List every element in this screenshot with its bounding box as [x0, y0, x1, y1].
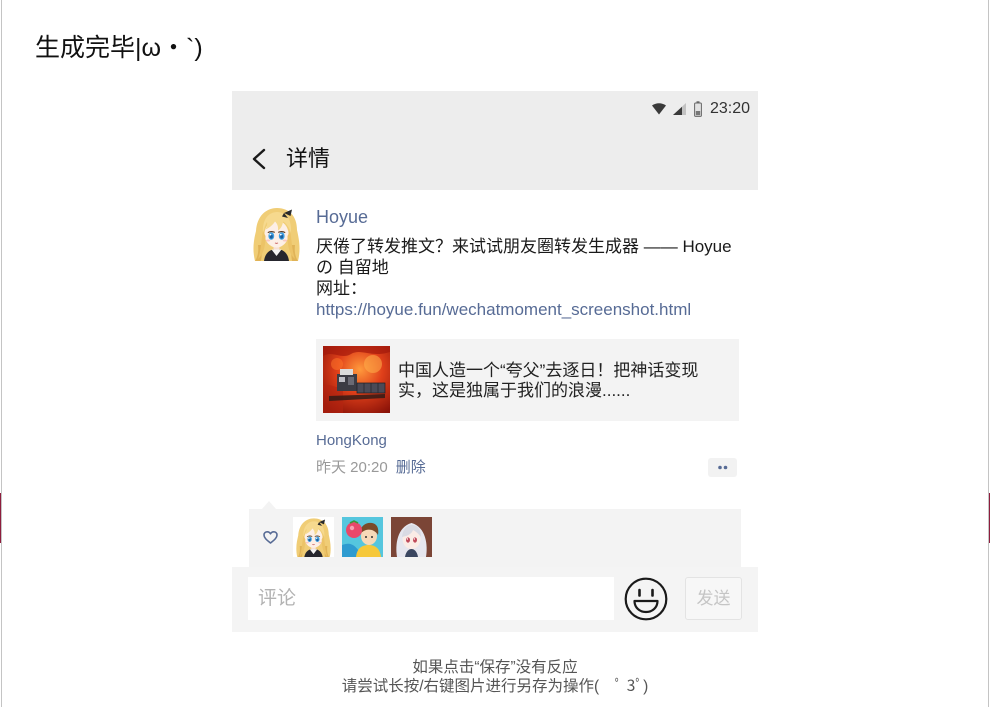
more-actions-button — [708, 458, 737, 477]
status-time: 23:20 — [709, 100, 750, 117]
send-button: 发送 — [685, 577, 742, 620]
battery-icon — [694, 101, 702, 117]
more-dots-icon — [718, 465, 728, 470]
dialog-border-right — [988, 0, 989, 707]
link-thumbnail-image — [323, 346, 390, 413]
author-avatar — [249, 205, 304, 261]
page-title: 详情 — [286, 146, 331, 171]
post-location: HongKong — [316, 432, 387, 449]
save-hint: 如果点击“保存”没有反应 请尝试长按/右键图片进行另存为操作( ﾟ 3ﾟ) — [232, 658, 758, 696]
save-hint-line-2: 请尝试长按/右键图片进行另存为操作( ﾟ 3ﾟ) — [341, 678, 649, 695]
link-card-title: 中国人造一个“夸父”去逐日！把神话变现实，这是独属于我们的浪漫...... — [398, 361, 699, 400]
shared-link-card: 中国人造一个“夸父”去逐日！把神话变现实，这是独属于我们的浪漫...... — [316, 339, 739, 421]
likes-panel — [249, 501, 741, 567]
save-hint-line-1: 如果点击“保存”没有反应 — [412, 659, 578, 676]
post-content: 厌倦了转发推文？来试试朋友圈转发生成器 —— Hoyue の 自留地 网址： h… — [316, 236, 740, 320]
result-dialog: 生成完毕|ω・`) 23:20 详情 Hoyue 厌倦了转发推文？来试试朋友圈转… — [0, 0, 990, 707]
post-url-link: https://hoyue.fun/wechatmoment_screensho… — [316, 300, 692, 319]
comment-input: 评论 — [248, 577, 614, 620]
post-url-label: 网址： — [316, 279, 367, 298]
smiley-icon — [624, 577, 668, 621]
like-avatar — [293, 517, 334, 557]
comment-bar: 评论 发送 — [232, 567, 758, 632]
generated-screenshot-image[interactable]: 23:20 详情 Hoyue 厌倦了转发推文？来试试朋友圈转发生成器 —— Ho… — [232, 91, 758, 632]
wifi-icon — [652, 103, 666, 115]
post-text: 厌倦了转发推文？来试试朋友圈转发生成器 —— Hoyue の 自留地 — [316, 237, 732, 277]
chevron-left-icon — [252, 148, 266, 170]
post-meta-row: 昨天 20:20 删除 — [316, 459, 426, 477]
like-avatar — [342, 517, 383, 557]
author-name: Hoyue — [316, 207, 369, 227]
dialog-title: 生成完毕|ω・`) — [35, 34, 203, 62]
post-time: 昨天 20:20 — [316, 459, 388, 476]
delete-link: 删除 — [395, 459, 426, 476]
dialog-border-left — [1, 0, 2, 707]
signal-icon — [673, 103, 686, 115]
heart-outline-icon — [263, 531, 278, 544]
like-avatar — [391, 517, 432, 557]
likes-panel-notch — [262, 501, 276, 509]
app-header: 23:20 详情 — [232, 91, 758, 190]
